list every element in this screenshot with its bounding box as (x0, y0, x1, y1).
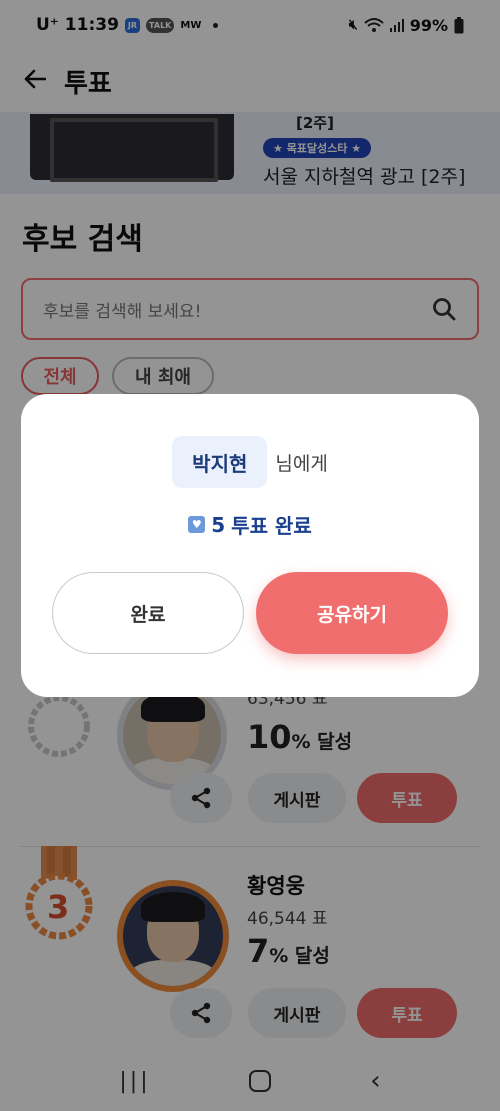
vote-complete-dialog: 박지현 님에게 ♥ 5 투표 완료 완료 공유하기 (21, 394, 479, 697)
vote-result-text: 투표 완료 (231, 514, 312, 538)
recipient-row: 박지현 님에게 (21, 436, 479, 488)
vote-result-count: 5 (211, 512, 226, 537)
vote-result: ♥ 5 투표 완료 (21, 510, 479, 539)
done-button[interactable]: 완료 (52, 572, 244, 654)
share-dialog-button[interactable]: 공유하기 (256, 572, 448, 654)
recipient-suffix: 님에게 (275, 452, 328, 475)
heart-icon: ♥ (188, 516, 206, 533)
recipient-name: 박지현 (172, 436, 268, 488)
